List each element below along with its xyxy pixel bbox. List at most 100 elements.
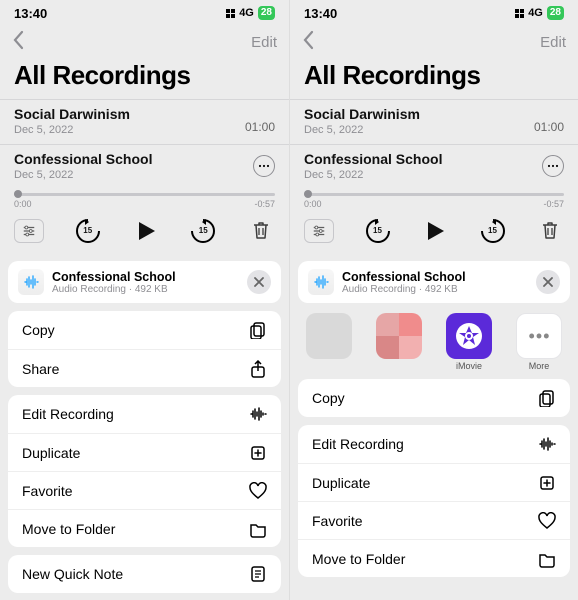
- share-app-imovie[interactable]: iMovie: [438, 313, 500, 371]
- menu-edit-recording[interactable]: Edit Recording: [298, 425, 570, 463]
- time-remaining: -0:57: [254, 199, 275, 209]
- playback-controls: 15 15: [290, 211, 578, 255]
- signal-icon: [226, 9, 235, 18]
- signal-icon: [515, 9, 524, 18]
- battery-badge: 28: [258, 6, 275, 20]
- menu-group: Copy Share: [8, 311, 281, 387]
- time-elapsed: 0:00: [14, 199, 32, 209]
- edit-button[interactable]: Edit: [251, 34, 277, 51]
- audio-icon: [308, 269, 334, 295]
- nav-bar: Edit: [0, 26, 289, 58]
- menu-label: Favorite: [312, 513, 363, 529]
- play-button[interactable]: [421, 217, 449, 245]
- status-right: 4G 28: [226, 6, 275, 20]
- status-right: 4G 28: [515, 6, 564, 20]
- recording-date: Dec 5, 2022: [14, 124, 130, 136]
- heart-icon: [249, 482, 267, 500]
- menu-group: New Quick Note: [8, 555, 281, 593]
- close-button[interactable]: [536, 270, 560, 294]
- scrubber-thumb[interactable]: [304, 190, 312, 198]
- options-button[interactable]: [14, 219, 44, 243]
- scrubber-thumb[interactable]: [14, 190, 22, 198]
- app-icon: [306, 313, 352, 359]
- recording-item-selected[interactable]: Confessional School Dec 5, 2022: [290, 144, 578, 189]
- duplicate-icon: [538, 474, 556, 492]
- heart-icon: [538, 512, 556, 530]
- skip-seconds: 15: [364, 226, 392, 235]
- sheet-title: Confessional School: [342, 270, 528, 284]
- menu-label: Edit Recording: [312, 436, 404, 452]
- menu-group: Copy: [298, 379, 570, 417]
- recording-name: Social Darwinism: [14, 106, 130, 122]
- skip-forward-button[interactable]: 15: [479, 217, 507, 245]
- network-label: 4G: [528, 7, 543, 19]
- app-label: iMovie: [456, 361, 482, 371]
- menu-share[interactable]: Share: [8, 349, 281, 387]
- note-icon: [249, 565, 267, 583]
- menu-label: Duplicate: [22, 445, 80, 461]
- menu-label: Move to Folder: [312, 551, 405, 567]
- menu-favorite[interactable]: Favorite: [298, 501, 570, 539]
- share-app[interactable]: [368, 313, 430, 371]
- menu-label: Move to Folder: [22, 521, 115, 537]
- more-icon: [516, 313, 562, 359]
- battery-badge: 28: [547, 6, 564, 20]
- menu-move-folder[interactable]: Move to Folder: [298, 539, 570, 577]
- phone-left: 13:40 4G 28 Edit All Recordings Social D…: [0, 0, 289, 600]
- close-button[interactable]: [247, 270, 271, 294]
- menu-favorite[interactable]: Favorite: [8, 471, 281, 509]
- more-options-button[interactable]: [253, 155, 275, 177]
- more-options-button[interactable]: [542, 155, 564, 177]
- page-title: All Recordings: [290, 58, 578, 99]
- share-app[interactable]: [298, 313, 360, 371]
- menu-duplicate[interactable]: Duplicate: [298, 463, 570, 501]
- phone-right: 13:40 4G 28 Edit All Recordings Social D…: [289, 0, 578, 600]
- back-button[interactable]: [302, 30, 316, 55]
- duplicate-icon: [249, 444, 267, 462]
- sheet-header: Confessional School Audio Recording · 49…: [8, 261, 281, 303]
- skip-back-button[interactable]: 15: [364, 217, 392, 245]
- share-app-more[interactable]: More: [508, 313, 570, 371]
- recording-item-selected[interactable]: Confessional School Dec 5, 2022: [0, 144, 289, 189]
- folder-icon: [249, 520, 267, 538]
- network-label: 4G: [239, 7, 254, 19]
- skip-back-button[interactable]: 15: [74, 217, 102, 245]
- delete-button[interactable]: [536, 217, 564, 245]
- copy-icon: [538, 389, 556, 407]
- recording-item[interactable]: Social Darwinism Dec 5, 2022 01:00: [0, 99, 289, 144]
- back-button[interactable]: [12, 30, 26, 55]
- menu-copy[interactable]: Copy: [8, 311, 281, 349]
- menu-label: Edit Recording: [22, 406, 114, 422]
- menu-duplicate[interactable]: Duplicate: [8, 433, 281, 471]
- menu-move-folder[interactable]: Move to Folder: [8, 509, 281, 547]
- imovie-icon: [446, 313, 492, 359]
- nav-bar: Edit: [290, 26, 578, 58]
- recording-date: Dec 5, 2022: [14, 169, 152, 181]
- scrubber[interactable]: 0:00 -0:57: [290, 189, 578, 211]
- recording-duration: 01:00: [534, 120, 564, 134]
- waveform-icon: [249, 405, 267, 423]
- sheet-subtitle: Audio Recording · 492 KB: [342, 284, 528, 295]
- skip-forward-button[interactable]: 15: [189, 217, 217, 245]
- menu-label: Duplicate: [312, 475, 370, 491]
- status-time: 13:40: [304, 6, 337, 21]
- options-button[interactable]: [304, 219, 334, 243]
- recording-item[interactable]: Social Darwinism Dec 5, 2022 01:00: [290, 99, 578, 144]
- menu-edit-recording[interactable]: Edit Recording: [8, 395, 281, 433]
- menu-copy[interactable]: Copy: [298, 379, 570, 417]
- menu-quick-note[interactable]: New Quick Note: [8, 555, 281, 593]
- skip-seconds: 15: [74, 226, 102, 235]
- play-button[interactable]: [132, 217, 160, 245]
- menu-group: Edit Recording Duplicate Favorite Move t…: [298, 425, 570, 577]
- playback-controls: 15 15: [0, 211, 289, 255]
- page-title: All Recordings: [0, 58, 289, 99]
- recording-name: Confessional School: [304, 151, 442, 167]
- delete-button[interactable]: [247, 217, 275, 245]
- share-icon: [249, 360, 267, 378]
- copy-icon: [249, 321, 267, 339]
- menu-label: Favorite: [22, 483, 73, 499]
- scrubber[interactable]: 0:00 -0:57: [0, 189, 289, 211]
- share-sheet: Confessional School Audio Recording · 49…: [290, 255, 578, 600]
- menu-label: Copy: [312, 390, 345, 406]
- edit-button[interactable]: Edit: [540, 34, 566, 51]
